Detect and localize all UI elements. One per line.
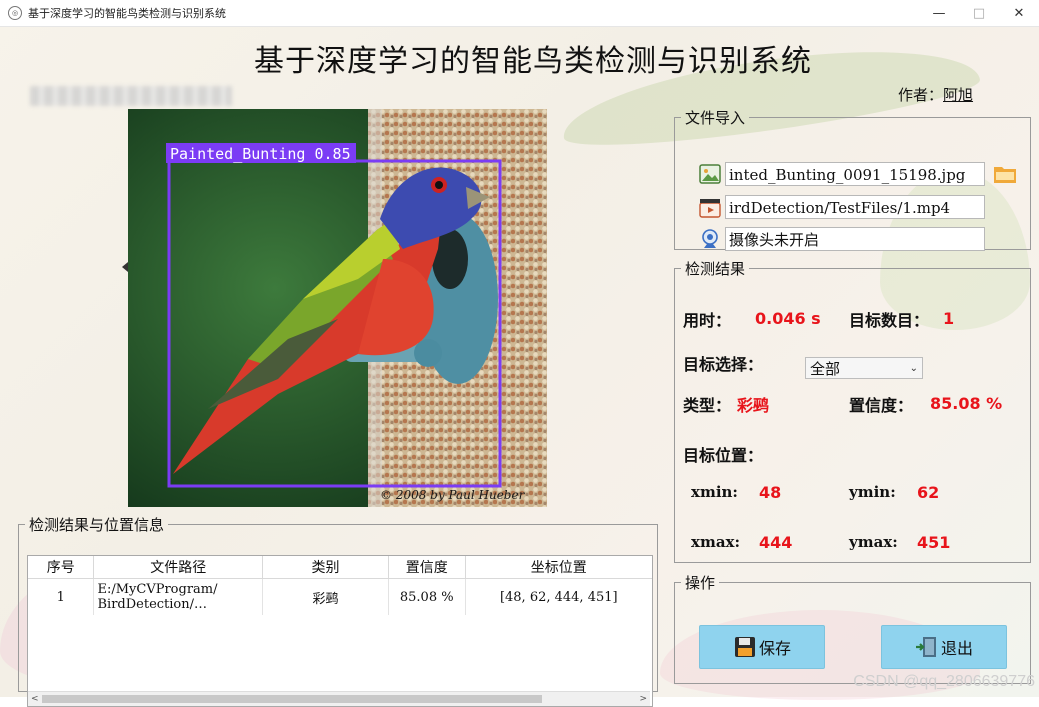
target-count-label: 目标数目：	[849, 311, 930, 330]
author-line: 作者：阿旭	[898, 84, 973, 105]
close-button[interactable]: ✕	[999, 0, 1039, 26]
chevron-down-icon: ⌄	[909, 363, 918, 374]
webcam-icon[interactable]	[699, 228, 721, 250]
cell-path-line: BirdDetection/…	[97, 597, 208, 612]
type-label: 类型：	[683, 396, 732, 415]
detection-label: Painted_Bunting 0.85	[170, 145, 351, 163]
camera-row: 摄像头未开启	[699, 227, 985, 251]
xmin-value: 48	[759, 483, 782, 502]
actions-legend: 操作	[685, 574, 716, 592]
xmax-value: 444	[759, 533, 793, 552]
bird-image: Painted_Bunting 0.85 © 2008 by Paul Hueb…	[128, 109, 547, 507]
actions-group: 操作 保存 退出	[674, 572, 1031, 684]
column-header-index[interactable]: 序号	[28, 556, 95, 579]
time-label: 用时：	[683, 311, 732, 330]
exit-button[interactable]: 退出	[881, 625, 1007, 669]
save-button[interactable]: 保存	[699, 625, 825, 669]
video-icon[interactable]	[699, 196, 721, 218]
cell-coords: [48, 62, 444, 451]	[499, 589, 618, 605]
horizontal-scrollbar[interactable]: < >	[28, 691, 650, 706]
confidence-value: 85.08 %	[930, 394, 1003, 413]
author-name: 阿旭	[943, 86, 974, 104]
column-header-path[interactable]: 文件路径	[93, 556, 264, 579]
detection-results-legend: 检测结果	[685, 260, 746, 278]
cell-index: 1	[28, 578, 95, 615]
ymin-value: 62	[917, 483, 940, 502]
minimize-button[interactable]: —	[919, 0, 959, 26]
scrollbar-thumb[interactable]	[42, 695, 542, 703]
target-position-label: 目标位置：	[683, 446, 764, 465]
scroll-left-icon[interactable]: <	[31, 692, 39, 706]
folder-open-icon[interactable]	[993, 163, 1017, 185]
table-header-row: 序号 文件路径 类别 置信度 坐标位置	[28, 556, 652, 579]
image-import-row: inted_Bunting_0091_15198.jpg	[699, 162, 1017, 186]
blurred-datetime	[30, 86, 232, 106]
detection-image-view: Painted_Bunting 0.85 © 2008 by Paul Hueb…	[128, 109, 547, 507]
column-header-confidence[interactable]: 置信度	[388, 556, 466, 579]
target-select-dropdown[interactable]: 全部 ⌄	[805, 357, 923, 379]
results-table-container[interactable]: 序号 文件路径 类别 置信度 坐标位置 1 E:/MyCVProgram/ Bi…	[27, 555, 653, 707]
window-titlebar: ◎ 基于深度学习的智能鸟类检测与识别系统 — □ ✕	[0, 0, 1039, 27]
results-table: 序号 文件路径 类别 置信度 坐标位置 1 E:/MyCVProgram/ Bi…	[28, 556, 652, 615]
detection-results-group: 检测结果 用时： 0.046 s 目标数目： 1 目标选择： 全部 ⌄ 类型： …	[674, 258, 1031, 563]
cell-path-line: E:/MyCVProgram/	[97, 582, 218, 597]
type-value: 彩鹀	[737, 396, 770, 415]
xmax-label: xmax:	[691, 533, 741, 551]
image-icon[interactable]	[699, 163, 721, 185]
maximize-button[interactable]: □	[959, 0, 999, 26]
cell-path: E:/MyCVProgram/ BirdDetection/…	[93, 578, 264, 615]
results-table-legend: 检测结果与位置信息	[29, 516, 165, 534]
video-import-row: irdDetection/TestFiles/1.mp4	[699, 195, 985, 219]
camera-status-field[interactable]: 摄像头未开启	[725, 227, 985, 251]
target-select-value: 全部	[810, 360, 841, 378]
video-path-field[interactable]: irdDetection/TestFiles/1.mp4	[725, 195, 985, 219]
save-icon	[734, 637, 755, 657]
column-header-coords[interactable]: 坐标位置	[465, 556, 652, 579]
target-select-label: 目标选择：	[683, 355, 764, 374]
exit-button-label: 退出	[940, 639, 973, 658]
file-import-legend: 文件导入	[685, 109, 746, 127]
cell-category: 彩鹀	[262, 578, 389, 615]
file-import-group: 文件导入 inted_Bunting_0091_15198.jpg irdDet…	[674, 107, 1031, 251]
window-title: 基于深度学习的智能鸟类检测与识别系统	[28, 7, 226, 20]
column-header-category[interactable]: 类别	[262, 556, 389, 579]
ymin-label: ymin:	[849, 483, 896, 501]
table-row[interactable]: 1 E:/MyCVProgram/ BirdDetection/… 彩鹀 85.…	[28, 578, 652, 615]
watermark: CSDN @qq_2806639776	[853, 673, 1035, 690]
image-copyright: © 2008 by Paul Hueber	[380, 488, 526, 502]
xmin-label: xmin:	[691, 483, 738, 501]
cell-confidence: 85.08 %	[388, 578, 466, 615]
target-count-value: 1	[943, 309, 955, 328]
time-value: 0.046 s	[755, 309, 821, 328]
ymax-label: ymax:	[849, 533, 898, 551]
scroll-right-icon[interactable]: >	[639, 692, 647, 706]
results-table-group: 检测结果与位置信息 序号 文件路径 类别 置信度 坐标位置 1 E:/MyCVP…	[18, 514, 658, 707]
save-button-label: 保存	[758, 639, 791, 658]
author-label: 作者：	[898, 86, 944, 104]
app-icon: ◎	[8, 6, 22, 20]
exit-door-icon	[915, 637, 936, 657]
ymax-value: 451	[917, 533, 951, 552]
image-path-field[interactable]: inted_Bunting_0091_15198.jpg	[725, 162, 985, 186]
page-title: 基于深度学习的智能鸟类检测与识别系统	[254, 44, 812, 79]
window-controls: — □ ✕	[919, 0, 1039, 26]
confidence-label: 置信度：	[849, 396, 914, 415]
